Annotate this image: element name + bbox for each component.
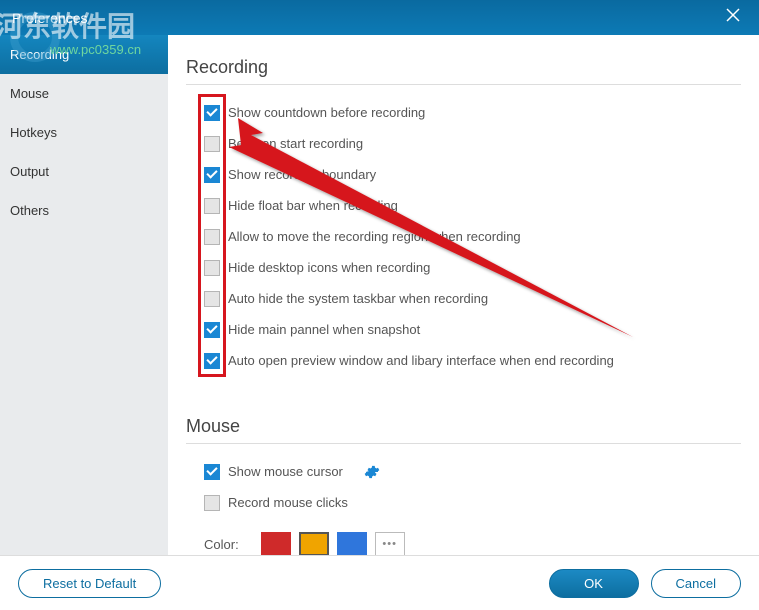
gear-icon [364,464,380,480]
divider [186,443,741,444]
checkbox-hide-main-panel[interactable] [204,322,220,338]
checkbox-show-countdown[interactable] [204,105,220,121]
checkbox-show-cursor[interactable] [204,464,220,480]
option-row: Show mouse cursor [204,456,741,487]
checkbox-label: Record mouse clicks [228,495,348,510]
checkbox-label: Hide main pannel when snapshot [228,322,420,337]
checkbox-label: Auto open preview window and libary inte… [228,353,614,368]
checkbox-allow-move-region[interactable] [204,229,220,245]
recording-options-list: Show countdown before recording Beep on … [204,97,741,376]
sidebar-item-hotkeys[interactable]: Hotkeys [0,113,168,152]
checkbox-label: Auto hide the system taskbar when record… [228,291,488,306]
section-title-mouse: Mouse [186,416,741,437]
window-header: Preferences [0,0,759,35]
checkbox-label: Show countdown before recording [228,105,425,120]
option-row: Hide desktop icons when recording [204,252,741,283]
footer-bar: Reset to Default OK Cancel [0,555,759,610]
sidebar-item-output[interactable]: Output [0,152,168,191]
checkbox-auto-open-preview[interactable] [204,353,220,369]
sidebar-item-mouse[interactable]: Mouse [0,74,168,113]
option-row: Beep on start recording [204,128,741,159]
option-row: Show recording boundary [204,159,741,190]
checkbox-beep-start[interactable] [204,136,220,152]
checkbox-label: Hide desktop icons when recording [228,260,430,275]
color-swatch-orange[interactable] [299,532,329,555]
window-title: Preferences [12,10,87,26]
section-title-recording: Recording [186,57,741,78]
sidebar-item-recording[interactable]: Recording [0,35,168,74]
mouse-section: Mouse Show mouse cursor Record mouse cli… [186,416,741,555]
cancel-button[interactable]: Cancel [651,569,741,598]
option-row: Record mouse clicks [204,487,741,518]
reset-to-default-button[interactable]: Reset to Default [18,569,161,598]
close-icon [725,7,741,23]
option-row: Show countdown before recording [204,97,741,128]
divider [186,84,741,85]
sidebar: Recording Mouse Hotkeys Output Others [0,35,168,555]
color-swatch-red[interactable] [261,532,291,555]
content-panel: Recording Show countdown before recordin… [168,35,759,555]
ok-button[interactable]: OK [549,569,639,598]
color-picker-row: Color: ••• [204,532,741,555]
checkbox-label: Show mouse cursor [228,464,343,479]
sidebar-item-others[interactable]: Others [0,191,168,230]
checkbox-label: Hide float bar when recording [228,198,398,213]
option-row: Allow to move the recording region when … [204,221,741,252]
checkbox-label: Allow to move the recording region when … [228,229,521,244]
checkbox-auto-hide-taskbar[interactable] [204,291,220,307]
option-row: Hide main pannel when snapshot [204,314,741,345]
checkbox-show-boundary[interactable] [204,167,220,183]
color-swatch-blue[interactable] [337,532,367,555]
more-colors-button[interactable]: ••• [375,532,405,555]
checkbox-label: Beep on start recording [228,136,363,151]
option-row: Hide float bar when recording [204,190,741,221]
mouse-options-list: Show mouse cursor Record mouse clicks [204,456,741,518]
option-row: Auto open preview window and libary inte… [204,345,741,376]
color-label: Color: [204,537,239,552]
cursor-settings-button[interactable] [363,463,381,481]
checkbox-hide-desktop-icons[interactable] [204,260,220,276]
close-button[interactable] [719,6,747,29]
checkbox-hide-float-bar[interactable] [204,198,220,214]
checkbox-record-clicks[interactable] [204,495,220,511]
option-row: Auto hide the system taskbar when record… [204,283,741,314]
checkbox-label: Show recording boundary [228,167,376,182]
